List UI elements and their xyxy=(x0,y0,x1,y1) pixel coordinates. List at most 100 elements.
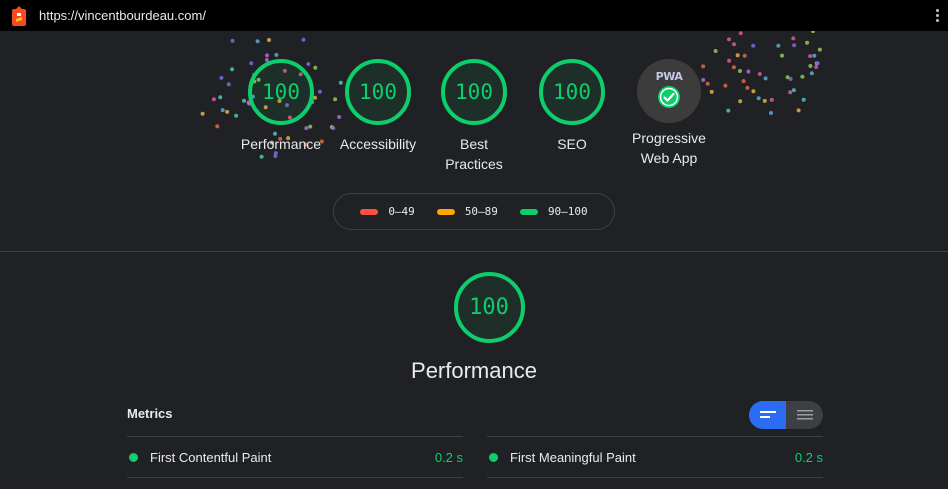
page-url[interactable]: https://vincentbourdeau.com/ xyxy=(39,8,206,23)
confetti-dot xyxy=(751,89,756,94)
legend-item-pass: 90–100 xyxy=(519,205,588,218)
confetti-dot xyxy=(230,38,235,43)
gauge-best-practices[interactable]: 100 Best Practices xyxy=(425,59,523,174)
confetti-dot xyxy=(727,37,731,42)
confetti-dot xyxy=(776,43,781,48)
score-value: 100 xyxy=(553,80,591,104)
confetti-dot xyxy=(723,83,728,88)
performance-score-gauge: 100 xyxy=(439,272,539,343)
legend-swatch xyxy=(519,208,538,215)
confetti-dot xyxy=(808,64,813,68)
confetti-dot xyxy=(791,88,796,93)
pass-indicator xyxy=(129,452,138,462)
metric-value: 0.2 s xyxy=(434,450,463,465)
metric-name: First Contentful Paint xyxy=(150,449,272,465)
confetti-dot xyxy=(200,111,205,116)
confetti-dot xyxy=(732,42,736,47)
gauge-pwa[interactable]: PWA Progressive Web App xyxy=(619,59,719,168)
metric-value: 0.2 s xyxy=(794,450,823,465)
gauge-label: Performance xyxy=(240,136,322,152)
score-value: 100 xyxy=(359,80,397,104)
confetti-dot xyxy=(259,154,264,159)
lighthouse-icon xyxy=(12,6,26,26)
metric-divider xyxy=(487,477,823,478)
confetti-dot xyxy=(762,98,767,103)
metric-name: First Meaningful Paint xyxy=(510,449,636,465)
score-value: 100 xyxy=(262,80,300,104)
confetti-dot xyxy=(738,99,743,104)
confetti-dot xyxy=(301,37,306,42)
confetti-dot xyxy=(785,75,790,80)
score-ring: 100 xyxy=(345,59,411,125)
score-ring: 100 xyxy=(453,272,525,343)
browser-bar: https://vincentbourdeau.com/ xyxy=(0,0,948,31)
confetti-dot xyxy=(215,124,220,129)
confetti-dot xyxy=(769,97,774,102)
metrics-view-toggle[interactable] xyxy=(749,401,823,429)
confetti-dot xyxy=(801,97,806,102)
confetti-dot xyxy=(219,75,224,80)
legend-swatch xyxy=(436,208,455,215)
confetti-dot xyxy=(817,47,822,52)
score-value: 100 xyxy=(455,80,493,104)
confetti-dot xyxy=(267,38,271,42)
gauge-label: Best Practices xyxy=(445,136,503,172)
confetti-dot xyxy=(738,69,742,73)
confetti-dot xyxy=(255,39,260,44)
compact-view-icon[interactable] xyxy=(749,401,786,429)
confetti-dot xyxy=(211,97,216,102)
gauge-accessibility[interactable]: 100 Accessibility xyxy=(328,59,428,154)
confetti-dot xyxy=(780,53,784,58)
legend-item-average: 50–89 xyxy=(436,205,498,218)
legend-swatch xyxy=(360,208,379,215)
legend-range: 90–100 xyxy=(547,205,588,218)
confetti-dot xyxy=(788,90,793,95)
confetti-dot xyxy=(796,108,801,113)
confetti-dot xyxy=(805,40,810,45)
score-legend: 0–49 50–89 90–100 xyxy=(333,193,615,230)
gauge-label: SEO xyxy=(557,136,587,152)
confetti-dot xyxy=(731,65,736,70)
confetti-dot xyxy=(814,65,819,69)
confetti-dot xyxy=(751,43,756,48)
confetti-dot xyxy=(265,53,269,58)
confetti-dot xyxy=(757,72,762,76)
confetti-dot xyxy=(746,69,751,74)
confetti-dot xyxy=(225,109,230,114)
confetti-dot xyxy=(274,52,279,57)
confetti-dot xyxy=(763,76,768,81)
score-ring: 100 xyxy=(539,59,605,125)
kebab-menu-icon[interactable] xyxy=(936,9,940,23)
metric-first-contentful-paint: First Contentful Paint xyxy=(129,447,271,467)
confetti-dot xyxy=(811,31,815,34)
confetti-dot xyxy=(735,53,740,58)
confetti-dot xyxy=(713,49,718,53)
confetti-dot xyxy=(726,108,731,113)
pwa-badge: PWA xyxy=(637,59,701,123)
section-title: Performance xyxy=(411,358,537,383)
gauge-performance[interactable]: 100 Performance xyxy=(231,59,331,154)
confetti-dot xyxy=(815,61,820,66)
confetti-dot xyxy=(809,71,814,76)
gauge-label: Progressive Web App xyxy=(632,130,706,166)
confetti-dot xyxy=(738,31,743,36)
legend-range: 0–49 xyxy=(388,205,415,218)
confetti-dot xyxy=(742,53,747,58)
gauge-seo[interactable]: 100 SEO xyxy=(522,59,622,154)
gauge-label: Accessibility xyxy=(339,136,417,152)
confetti-dot xyxy=(220,108,225,113)
confetti-dot xyxy=(800,74,805,79)
confetti-dot xyxy=(808,54,813,59)
expanded-view-icon[interactable] xyxy=(786,401,823,429)
confetti-dot xyxy=(741,79,746,84)
metric-divider xyxy=(487,436,823,437)
confetti-dot xyxy=(756,96,761,101)
metrics-heading: Metrics xyxy=(127,406,173,421)
score-value: 100 xyxy=(469,295,509,320)
confetti-dot xyxy=(769,111,773,115)
confetti-dot xyxy=(812,53,817,58)
confetti-dot xyxy=(788,77,793,81)
pwa-check-icon xyxy=(658,85,680,108)
section-divider xyxy=(0,251,948,252)
confetti-dot xyxy=(814,61,819,66)
